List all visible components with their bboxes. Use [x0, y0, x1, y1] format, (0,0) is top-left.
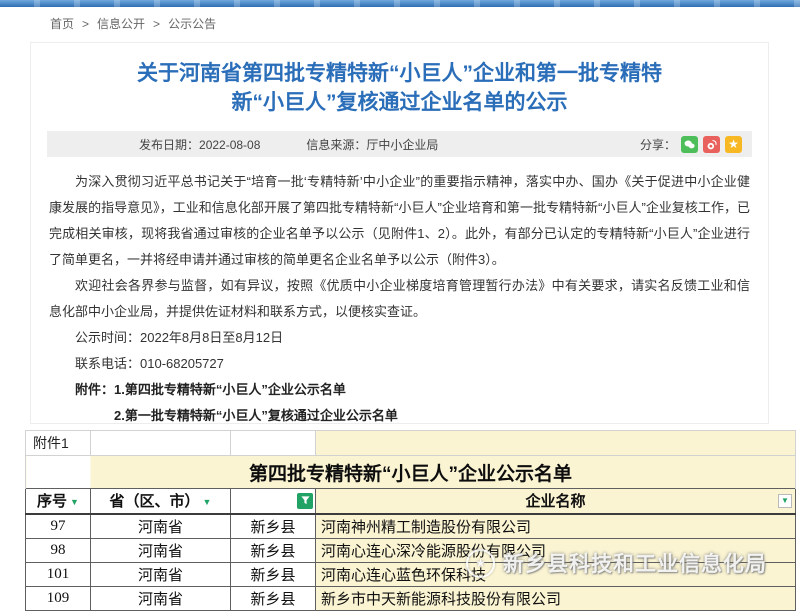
filter-dropdown-icon[interactable]: ▼	[203, 497, 212, 507]
breadcrumb-separator: >	[153, 17, 160, 31]
article-container: 关于河南省第四批专精特新“小巨人”企业和第一批专精特 新“小巨人”复核通过企业名…	[30, 42, 769, 424]
attachment-item-1: 1.第四批专精特新“小巨人”企业公示名单	[114, 382, 346, 397]
paragraph-2: 欢迎社会各界参与监督，如有异议，按照《优质中小企业梯度培育管理暂行办法》中有关要…	[49, 273, 750, 325]
info-source: 信息来源：厅中小企业局	[306, 136, 438, 153]
attachment1-table: 附件1 第四批专精特新“小巨人”企业公示名单 序号▼ 省（区、市）▼ 企业名称▼…	[25, 430, 796, 611]
table-row: 98 河南省 新乡县 河南心连心深冷能源股份有限公司	[26, 538, 796, 562]
star-icon[interactable]: ★	[725, 136, 742, 153]
cell-province: 河南省	[91, 514, 231, 539]
table-title: 第四批专精特新“小巨人”企业公示名单	[26, 456, 796, 489]
table-title-row: 第四批专精特新“小巨人”企业公示名单	[26, 456, 796, 489]
cell-seq: 98	[26, 538, 91, 562]
cell-province: 河南省	[91, 538, 231, 562]
cell-county: 新乡县	[231, 586, 316, 610]
paragraph-1: 为深入贯彻习近平总书记关于“培育一批‘专精特新’中小企业”的重要指示精神，落实中…	[49, 169, 750, 273]
cell-seq: 109	[26, 586, 91, 610]
attachments-label: 附件：	[75, 382, 114, 397]
breadcrumb: 首页 > 信息公开 > 公示公告	[46, 15, 220, 32]
weibo-icon[interactable]	[703, 136, 720, 153]
share-label: 分享：	[640, 136, 676, 153]
column-header-company: 企业名称▼	[316, 489, 796, 514]
attachments-line-1: 附件：1.第四批专精特新“小巨人”企业公示名单	[49, 377, 750, 403]
table-row: 97 河南省 新乡县 河南神州精工制造股份有限公司	[26, 514, 796, 539]
breadcrumb-separator: >	[82, 17, 89, 31]
publish-date: 发布日期：2022-08-08	[139, 136, 260, 153]
column-header-seq: 序号▼	[26, 489, 91, 514]
breadcrumb-info-disclosure[interactable]: 信息公开	[97, 17, 145, 31]
cell-seq: 101	[26, 562, 91, 586]
cell-county: 新乡县	[231, 562, 316, 586]
attachment-tag-cell: 附件1	[26, 431, 91, 456]
active-filter-icon[interactable]	[297, 493, 313, 509]
contact-phone-line: 联系电话：010-68205727	[49, 351, 750, 377]
table-header-row: 序号▼ 省（区、市）▼ 企业名称▼	[26, 489, 796, 514]
column-header-county	[231, 489, 316, 514]
column-header-province: 省（区、市）▼	[91, 489, 231, 514]
filter-dropdown-icon[interactable]: ▼	[70, 497, 79, 507]
attachment-spreadsheet: 附件1 第四批专精特新“小巨人”企业公示名单 序号▼ 省（区、市）▼ 企业名称▼…	[25, 430, 796, 611]
cell-company: 河南心连心深冷能源股份有限公司	[316, 538, 796, 562]
publicity-period-line: 公示时间：2022年8月8日至8月12日	[49, 325, 750, 351]
cell-county: 新乡县	[231, 538, 316, 562]
article-meta-bar: 发布日期：2022-08-08 信息来源：厅中小企业局 分享： ★	[47, 131, 752, 157]
attachment-item-2: 2.第一批专精特新“小巨人”复核通过企业公示名单	[114, 403, 750, 429]
cell-company: 河南神州精工制造股份有限公司	[316, 514, 796, 539]
cell-county: 新乡县	[231, 514, 316, 539]
cell-province: 河南省	[91, 586, 231, 610]
cell-seq: 97	[26, 514, 91, 539]
cell-company: 新乡市中天新能源科技股份有限公司	[316, 586, 796, 610]
filter-dropdown-icon[interactable]: ▼	[778, 494, 792, 508]
share-bar: 分享： ★	[640, 136, 742, 153]
table-row: 109 河南省 新乡县 新乡市中天新能源科技股份有限公司	[26, 586, 796, 610]
top-blue-banner-strip	[0, 0, 800, 7]
wechat-icon[interactable]	[681, 136, 698, 153]
table-row: 101 河南省 新乡县 河南心连心蓝色环保科技	[26, 562, 796, 586]
page-title-line1: 关于河南省第四批专精特新“小巨人”企业和第一批专精特	[31, 59, 768, 88]
page-title: 关于河南省第四批专精特新“小巨人”企业和第一批专精特 新“小巨人”复核通过企业名…	[31, 59, 768, 117]
page-title-line2: 新“小巨人”复核通过企业名单的公示	[31, 88, 768, 117]
cell-province: 河南省	[91, 562, 231, 586]
breadcrumb-home[interactable]: 首页	[50, 17, 74, 31]
breadcrumb-announcements[interactable]: 公示公告	[168, 17, 216, 31]
cell-company: 河南心连心蓝色环保科技	[316, 562, 796, 586]
attachment-tag-row: 附件1	[26, 431, 796, 456]
